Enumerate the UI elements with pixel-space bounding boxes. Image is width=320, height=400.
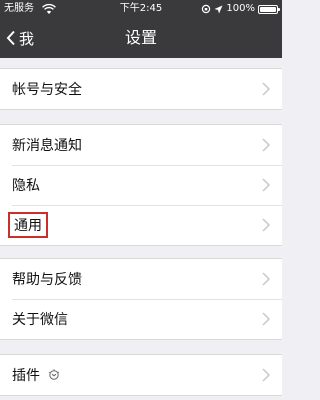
settings-item-plugins[interactable]: 插件 [0, 355, 282, 395]
status-bar: 无服务 下午2:45 100% [0, 0, 282, 18]
settings-item-label: 插件 [12, 368, 40, 384]
settings-group-general: 新消息通知 隐私 通用 [0, 124, 282, 246]
chevron-right-icon [262, 368, 270, 382]
page-title: 设置 [124, 28, 157, 47]
settings-item-about[interactable]: 关于微信 [0, 299, 282, 339]
chevron-right-icon [262, 218, 270, 232]
chevron-right-icon [262, 82, 270, 96]
battery-icon [258, 4, 280, 14]
settings-item-label: 帐号与安全 [12, 82, 82, 98]
settings-item-account-security[interactable]: 帐号与安全 [0, 69, 282, 109]
plugin-bulb-icon [48, 369, 60, 380]
settings-item-label: 新消息通知 [12, 138, 82, 154]
settings-item-label: 帮助与反馈 [12, 272, 82, 288]
nav-bar: 我 设置 [0, 18, 282, 58]
settings-group-plugins: 插件 [0, 354, 282, 396]
settings-item-label: 隐私 [12, 178, 40, 194]
settings-group-account: 帐号与安全 [0, 68, 282, 110]
top-bar: 无服务 下午2:45 100% 我 设置 [0, 0, 282, 58]
orientation-lock-icon [202, 4, 211, 14]
settings-item-notifications[interactable]: 新消息通知 [0, 125, 282, 165]
chevron-right-icon [262, 312, 270, 326]
location-arrow-icon [214, 5, 223, 13]
settings-item-label: 关于微信 [12, 312, 68, 328]
status-right: 100% [201, 0, 280, 18]
settings-group-help: 帮助与反馈 关于微信 [0, 258, 282, 340]
settings-item-label-highlighted: 通用 [8, 212, 48, 238]
chevron-right-icon [262, 138, 270, 152]
chevron-right-icon [262, 272, 270, 286]
settings-item-privacy[interactable]: 隐私 [0, 165, 282, 205]
chevron-right-icon [262, 178, 270, 192]
battery-percent: 100% [226, 3, 255, 14]
settings-item-help-feedback[interactable]: 帮助与反馈 [0, 259, 282, 299]
settings-item-general[interactable]: 通用 [0, 205, 282, 245]
